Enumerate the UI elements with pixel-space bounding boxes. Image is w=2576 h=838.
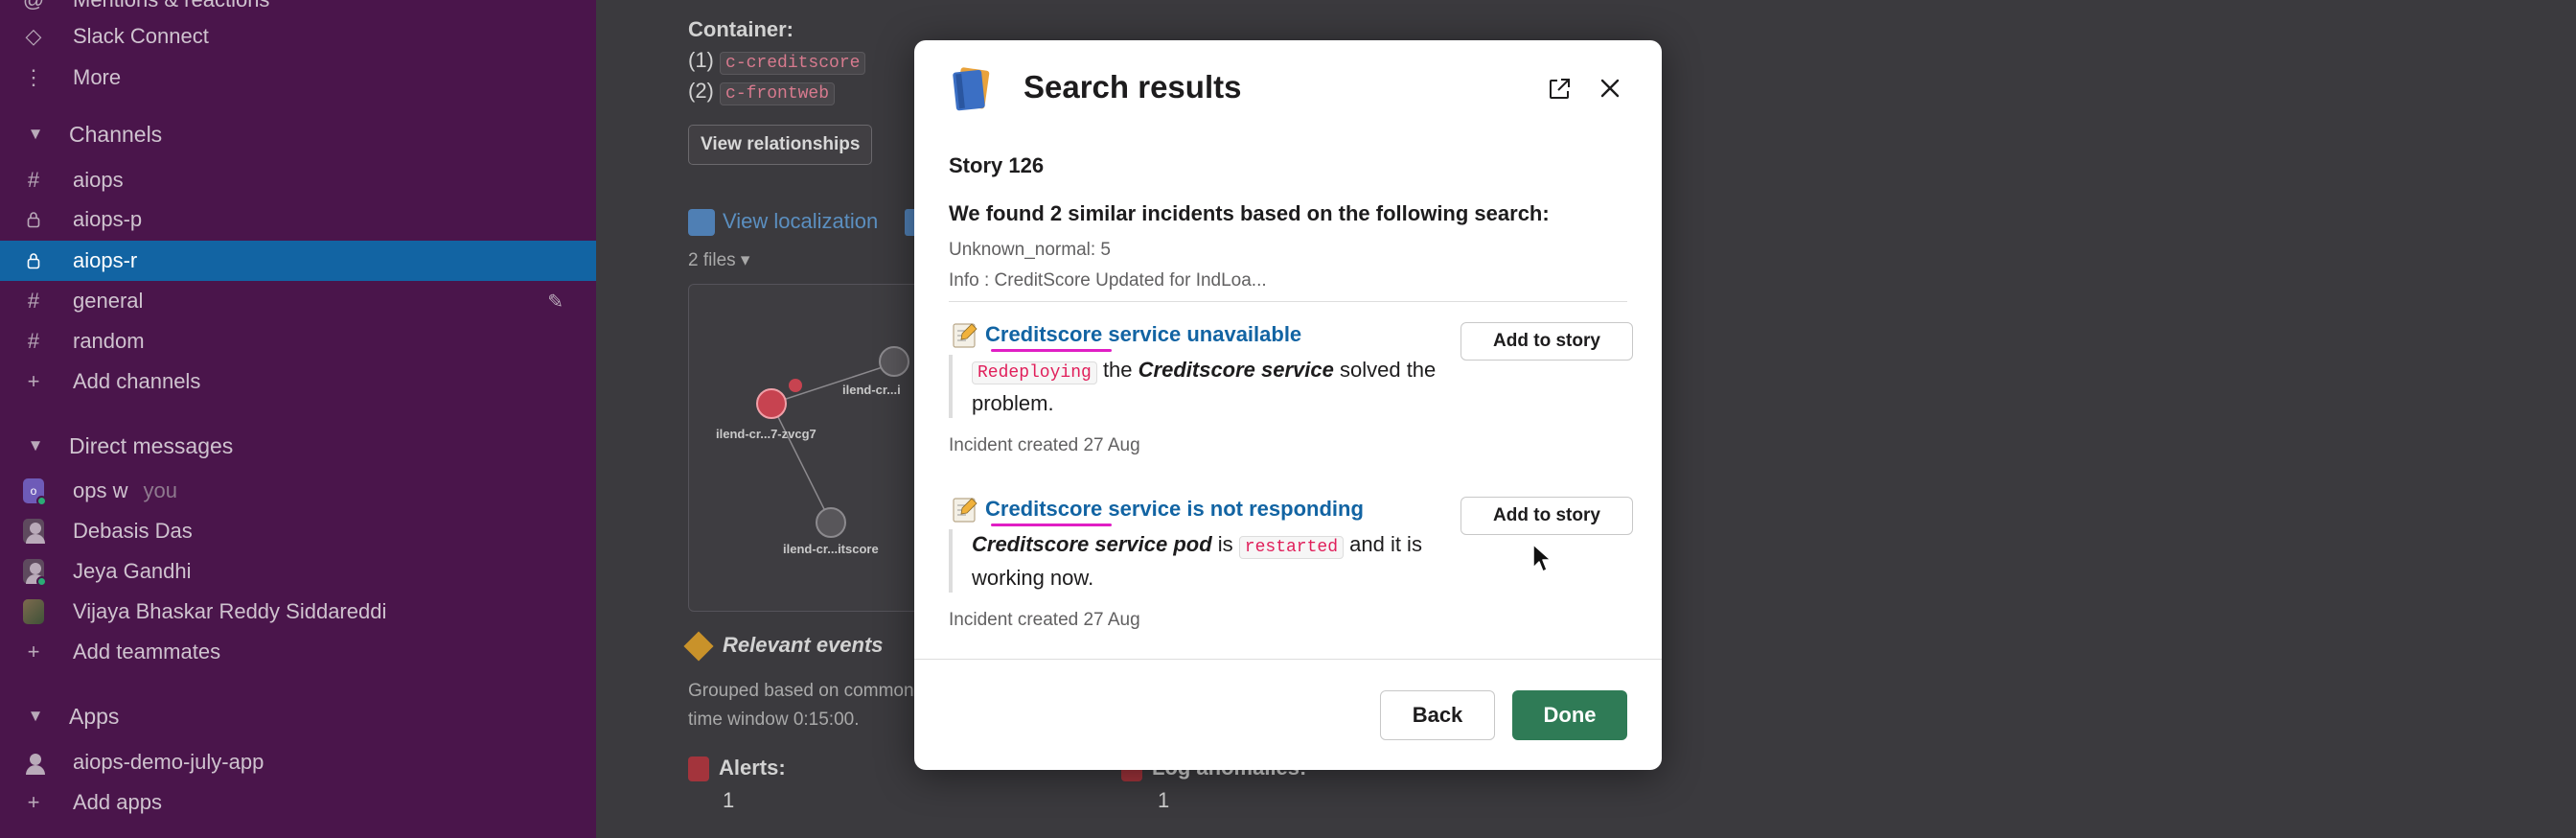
hash-icon: # bbox=[27, 168, 40, 192]
apps-section-header[interactable]: ▼ Apps bbox=[0, 696, 596, 736]
avatar bbox=[23, 559, 47, 587]
notebook-icon bbox=[953, 67, 990, 111]
back-button[interactable]: Back bbox=[1380, 690, 1495, 740]
alerts-label: Alerts: bbox=[688, 756, 786, 782]
sidebar: @ Mentions & reactions ◇ Slack Connect ⋮… bbox=[0, 0, 596, 838]
modal-header: Search results bbox=[914, 40, 1662, 140]
incident-resolution: Redeploying the Creditscore service solv… bbox=[972, 358, 1437, 415]
app-icon bbox=[23, 750, 45, 775]
channels-section-header[interactable]: ▼ Channels bbox=[0, 114, 596, 154]
lock-icon bbox=[23, 211, 44, 228]
relevant-events-heading: Relevant events bbox=[683, 631, 884, 662]
highlight-underline bbox=[991, 349, 1112, 352]
more-vertical-icon: ⋮ bbox=[23, 65, 44, 89]
done-button[interactable]: Done bbox=[1512, 690, 1627, 740]
sidebar-item-channel-aiops[interactable]: # aiops bbox=[0, 160, 596, 200]
graph-node[interactable] bbox=[879, 346, 909, 377]
quote-bar bbox=[949, 529, 953, 593]
graph-node-error[interactable] bbox=[756, 388, 787, 419]
sidebar-item-channel-aiops-p[interactable]: aiops-p bbox=[0, 199, 596, 240]
highlight-underline bbox=[991, 524, 1112, 526]
modal-title: Search results bbox=[1024, 69, 1242, 105]
memo-icon bbox=[953, 498, 978, 523]
view-localization-link[interactable]: View localization bbox=[688, 209, 878, 237]
avatar bbox=[23, 519, 45, 544]
sidebar-item-slack-connect[interactable]: ◇ Slack Connect bbox=[0, 16, 596, 57]
plus-icon: + bbox=[27, 790, 40, 814]
container-row-1: (1) c-creditscore bbox=[688, 48, 866, 75]
connect-icon: ◇ bbox=[25, 24, 42, 48]
container-label: Container: bbox=[688, 17, 794, 41]
sidebar-item-channel-general[interactable]: # general ✎ bbox=[0, 281, 596, 321]
search-summary: We found 2 similar incidents based on th… bbox=[949, 201, 1550, 225]
close-icon[interactable] bbox=[1597, 75, 1623, 102]
memo-icon bbox=[953, 323, 978, 348]
at-icon: @ bbox=[23, 0, 44, 12]
avatar bbox=[23, 599, 44, 624]
incident-title-link[interactable]: Creditscore service is not responding bbox=[985, 497, 1364, 522]
sidebar-item-dm-vijaya[interactable]: Vijaya Bhaskar Reddy Siddareddi bbox=[0, 592, 596, 632]
divider bbox=[949, 301, 1627, 302]
hash-icon: # bbox=[27, 289, 40, 313]
sidebar-item-channel-aiops-r[interactable]: aiops-r bbox=[0, 241, 596, 281]
plus-icon: + bbox=[27, 640, 40, 663]
hash-icon: # bbox=[27, 329, 40, 353]
sidebar-item-channel-random[interactable]: # random bbox=[0, 321, 596, 361]
add-apps-button[interactable]: + Add apps bbox=[0, 782, 596, 823]
lock-icon bbox=[23, 252, 44, 269]
sidebar-item-app[interactable]: aiops-demo-july-app bbox=[0, 742, 596, 782]
incident-created: Incident created 27 Aug bbox=[949, 435, 1140, 455]
diamond-icon bbox=[683, 631, 714, 662]
add-to-story-button[interactable]: Add to story bbox=[1460, 497, 1633, 535]
story-label: Story 126 bbox=[949, 153, 1045, 177]
caret-down-icon: ▼ bbox=[27, 125, 44, 143]
mouse-cursor-icon bbox=[1532, 544, 1552, 572]
files-toggle[interactable]: 2 files ▾ bbox=[688, 249, 749, 271]
alert-icon bbox=[688, 757, 709, 782]
add-channels-button[interactable]: + Add channels bbox=[0, 361, 596, 402]
link-arrow-icon bbox=[688, 209, 715, 237]
avatar: o bbox=[23, 478, 47, 506]
incident-created: Incident created 27 Aug bbox=[949, 610, 1140, 630]
container-row-2: (2) c-frontweb bbox=[688, 79, 836, 105]
caret-down-icon: ▼ bbox=[27, 436, 44, 454]
incident-resolution: Creditscore service pod is restarted and… bbox=[972, 532, 1422, 590]
search-meta: Unknown_normal: 5 bbox=[949, 240, 1111, 260]
sidebar-item-more[interactable]: ⋮ More bbox=[0, 58, 596, 98]
external-link-icon[interactable] bbox=[1547, 77, 1572, 102]
incident-title-link[interactable]: Creditscore service unavailable bbox=[985, 322, 1301, 347]
sidebar-item-dm-self[interactable]: o ops w you bbox=[0, 471, 596, 511]
add-to-story-button[interactable]: Add to story bbox=[1460, 322, 1633, 361]
caret-down-icon: ▼ bbox=[27, 707, 44, 725]
plus-icon: + bbox=[27, 369, 40, 393]
search-meta: Info : CreditScore Updated for IndLoa... bbox=[949, 270, 1267, 291]
view-relationships-button[interactable]: View relationships bbox=[688, 125, 873, 165]
dm-section-header[interactable]: ▼ Direct messages bbox=[0, 426, 596, 466]
add-teammates-button[interactable]: + Add teammates bbox=[0, 632, 596, 672]
footer-divider bbox=[914, 659, 1662, 660]
pencil-icon[interactable]: ✎ bbox=[547, 290, 564, 314]
error-badge-icon bbox=[789, 379, 802, 392]
quote-bar bbox=[949, 355, 953, 418]
graph-node[interactable] bbox=[816, 507, 846, 538]
sidebar-item-dm-debasis[interactable]: Debasis Das bbox=[0, 511, 596, 551]
search-results-modal: Search results Story 126 We found 2 simi… bbox=[914, 40, 1662, 770]
sidebar-item-dm-jeya[interactable]: Jeya Gandhi bbox=[0, 551, 596, 592]
